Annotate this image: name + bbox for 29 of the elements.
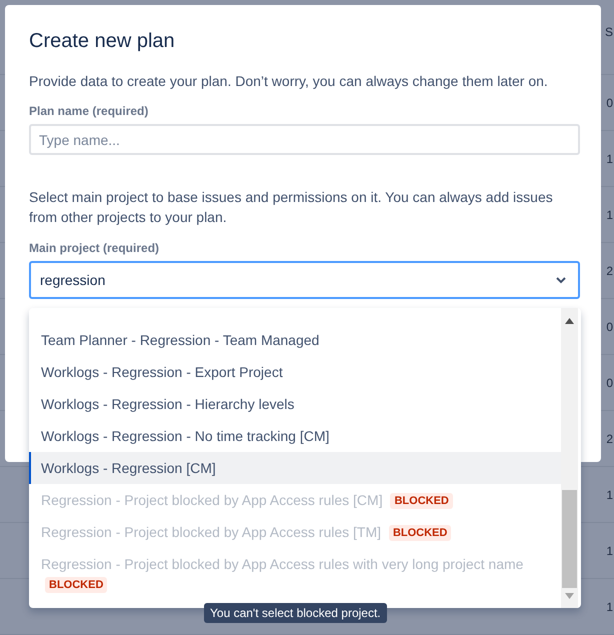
table-cell-text: 2	[606, 430, 613, 448]
table-cell-text: 2	[606, 262, 613, 280]
plan-name-field[interactable]: Type name...	[29, 124, 580, 155]
status-badge: BLOCKED	[390, 493, 453, 510]
scrollbar[interactable]	[561, 308, 578, 608]
status-badge: BLOCKED	[45, 577, 108, 594]
dialog-title: Create new plan	[29, 29, 176, 53]
hint-text: Select main project to base issues and permissions on it. You can always add issues from other projects to your plan.	[29, 188, 554, 227]
table-cell-text: 1	[606, 598, 613, 616]
table-cell-text: 1	[606, 542, 613, 560]
main-project-select[interactable]: regression	[29, 261, 580, 299]
table-cell-text: 0	[606, 374, 613, 392]
scroll-up-icon[interactable]	[565, 318, 574, 324]
scrollbar-thumb[interactable]	[562, 490, 577, 588]
select-value: regression	[40, 270, 106, 290]
table-cell-text: 1	[606, 150, 613, 168]
table-cell-text: 0	[606, 94, 613, 112]
field-label: Plan name (required)	[29, 103, 150, 119]
table-cell-text: 1	[606, 486, 613, 504]
scroll-down-icon[interactable]	[565, 593, 574, 599]
description-text: Provide data to create your plan. Don’t worry, you can always change them later on.	[29, 72, 549, 91]
field-label: Main project (required)	[29, 240, 160, 256]
table-cell-text: 1	[606, 206, 613, 224]
tooltip: You can't select blocked project.	[204, 603, 387, 623]
table-cell-text: S	[604, 24, 613, 41]
dropdown-option[interactable]: Worklogs - Regression [CM]	[29, 452, 561, 484]
chevron-down-icon	[556, 276, 566, 284]
status-badge: BLOCKED	[388, 525, 452, 542]
table-cell-text: 0	[606, 318, 613, 336]
